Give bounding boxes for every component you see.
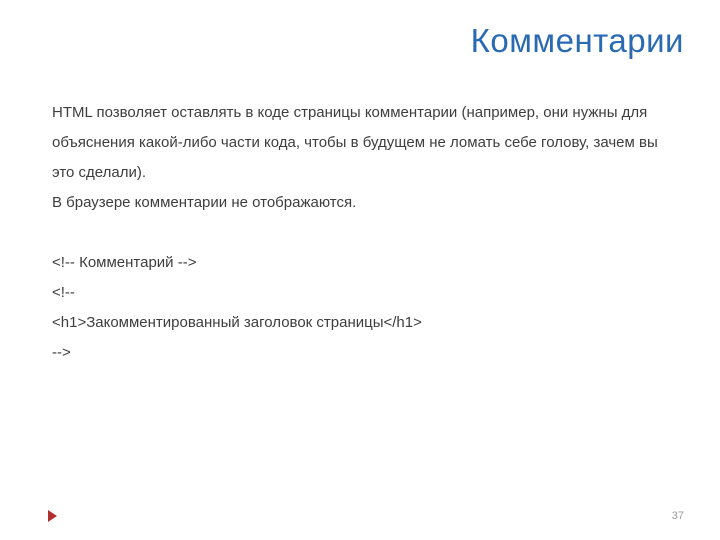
page-number: 37 [672, 510, 684, 522]
slide-body: HTML позволяет оставлять в коде страницы… [52, 98, 668, 368]
next-arrow-icon [48, 510, 57, 522]
code-line-2: <!-- [52, 278, 668, 308]
blank-line [52, 218, 668, 248]
paragraph-1: HTML позволяет оставлять в коде страницы… [52, 98, 668, 188]
code-line-4: --> [52, 338, 668, 368]
slide-title: Комментарии [471, 22, 684, 60]
slide: Комментарии HTML позволяет оставлять в к… [0, 0, 720, 540]
paragraph-2: В браузере комментарии не отображаются. [52, 188, 668, 218]
code-line-1: <!-- Комментарий --> [52, 248, 668, 278]
code-line-3: <h1>Закомментированный заголовок страниц… [52, 308, 668, 338]
